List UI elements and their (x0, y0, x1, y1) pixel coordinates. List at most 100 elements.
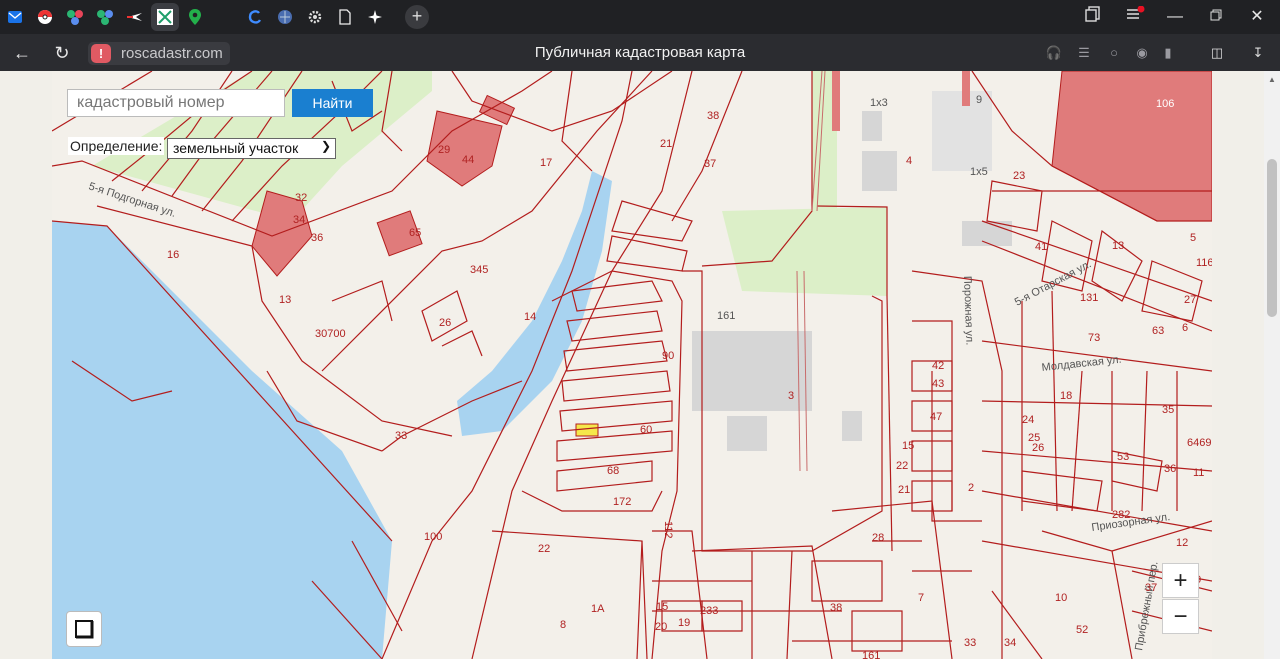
tab-strip: + — ✕ (0, 0, 1280, 34)
parcel-number: 21 (660, 138, 672, 150)
location-icon[interactable] (184, 6, 206, 28)
parcel-number: 7 (918, 592, 924, 604)
definition-select[interactable]: земельный участок ❯ (167, 138, 336, 159)
parcel-number: 6469 (1187, 437, 1211, 449)
parcel-number: 233 (700, 605, 718, 617)
parcel-number: 10 (1055, 592, 1067, 604)
parcel-number: 16 (167, 249, 179, 261)
parcel-number: 1x5 (970, 166, 988, 178)
parcel-number: 65 (409, 227, 421, 239)
parcel-number: 37 (1145, 582, 1157, 594)
star-icon[interactable] (364, 6, 386, 28)
parcel-number: 63 (1152, 325, 1164, 337)
dots-icon-2[interactable] (94, 6, 116, 28)
globe-icon[interactable] (274, 6, 296, 28)
parcel-number: 60 (640, 424, 652, 436)
cadastral-number-input[interactable]: кадастровый номер (67, 89, 285, 117)
parcel-number: 106 (1156, 98, 1174, 110)
parcel-number: 15 (902, 440, 914, 452)
parcel-number: 13 (1112, 240, 1124, 252)
scroll-up-icon[interactable]: ▲ (1267, 75, 1277, 84)
gear-icon[interactable] (304, 6, 326, 28)
parcel-number: 14 (524, 311, 536, 323)
parcel-number: 42 (932, 360, 944, 372)
dots-icon[interactable] (64, 6, 86, 28)
new-tab-button[interactable]: + (405, 5, 429, 29)
parcel-number: 1A (591, 603, 605, 615)
parcel-number: 36 (311, 232, 323, 244)
document-icon[interactable] (334, 6, 356, 28)
parcel-number: 33 (395, 430, 407, 442)
parcel-number: 1x3 (870, 97, 888, 109)
parcel-number: 25 (1028, 432, 1040, 444)
parcel-number: 9 (976, 94, 982, 106)
parcel-number: 73 (1088, 332, 1100, 344)
definition-label: Определение: (68, 137, 165, 155)
parcel-number: 22 (538, 543, 550, 555)
parcel-number: 131 (1080, 292, 1098, 304)
parcel-number: 90 (662, 350, 674, 362)
parcel-number: 53 (1117, 451, 1129, 463)
collections-icon[interactable] (1078, 6, 1108, 28)
parcel-number: 52 (1076, 624, 1088, 636)
map-icon[interactable] (151, 3, 179, 31)
e-icon[interactable] (244, 6, 266, 28)
parcel-number: 34 (293, 214, 305, 226)
pokeball-icon[interactable] (34, 6, 56, 28)
parcel-number: 23 (1013, 170, 1025, 182)
parcel-number: 36 (1164, 463, 1176, 475)
address-bar: ← ↻ ! roscadastr.com Публичная кадастров… (0, 34, 1280, 71)
chevron-down-icon: ❯ (320, 139, 331, 153)
download-icon[interactable]: ↧ (1248, 43, 1268, 63)
zoom-in-button[interactable]: + (1162, 563, 1199, 598)
parcel-number: 12 (1176, 537, 1188, 549)
parcel-number: 6 (1182, 322, 1188, 334)
parcel-number: 100 (424, 531, 442, 543)
plane-icon[interactable] (124, 6, 146, 28)
parcel-number: 30700 (315, 328, 346, 340)
parcel-number: 116 (1196, 257, 1212, 269)
parcel-number: 68 (607, 465, 619, 477)
map-canvas[interactable]: 5-я Подгорная ул. 5-я Отарская ул. Молда… (52, 71, 1212, 659)
parcel-number: 44 (462, 154, 474, 166)
parcel-number: 27 (1184, 294, 1196, 306)
close-icon[interactable]: ✕ (1242, 6, 1272, 28)
parcel-number: 112 (662, 521, 674, 539)
menu-icon[interactable] (1120, 5, 1150, 28)
extensions-icon[interactable]: ◉ (1132, 43, 1152, 63)
parcel-number: 2 (968, 482, 974, 494)
restore-icon[interactable] (1201, 6, 1231, 28)
bookmark-icon[interactable]: ▮ (1158, 43, 1178, 63)
parcel-number: 26 (439, 317, 451, 329)
parcel-number: 11 (1193, 467, 1204, 479)
scroll-thumb[interactable] (1267, 159, 1277, 317)
ruler-icon (75, 620, 94, 639)
headphones-icon[interactable]: 🎧 (1044, 43, 1064, 63)
parcel-number: 19 (678, 617, 690, 629)
parcel-number: 17 (540, 157, 552, 169)
minimize-icon[interactable]: — (1160, 6, 1190, 28)
parcel-number: 34 (1004, 637, 1016, 649)
parcel-number: 38 (707, 110, 719, 122)
parcel-number: 5 (1190, 232, 1196, 244)
page-scrollbar[interactable]: ▲ (1264, 71, 1280, 659)
parcel-number: 35 (1162, 404, 1174, 416)
parcel-number: 20 (655, 621, 667, 633)
reader-icon[interactable]: ☰ (1074, 43, 1094, 63)
parcel-number: 47 (930, 411, 942, 423)
parcel-number: 37 (704, 158, 716, 170)
chat-icon[interactable]: ○ (1104, 43, 1124, 63)
street-label: Порожная ул. (961, 276, 975, 346)
parcel-number: 13 (279, 294, 291, 306)
parcel-number: 15 (656, 601, 668, 613)
parcel-number: 41 (1035, 241, 1047, 253)
mail-icon[interactable] (4, 6, 26, 28)
definition-selected-value: земельный участок (173, 140, 299, 156)
find-button[interactable]: Найти (292, 89, 373, 117)
parcel-number: 43 (932, 378, 944, 390)
cadastral-map[interactable]: 5-я Подгорная ул. 5-я Отарская ул. Молда… (52, 71, 1212, 659)
parcel-number: 161 (862, 650, 880, 659)
favorites-icon[interactable]: ◫ (1207, 43, 1227, 63)
ruler-button[interactable] (66, 611, 102, 647)
zoom-out-button[interactable]: − (1162, 599, 1199, 634)
